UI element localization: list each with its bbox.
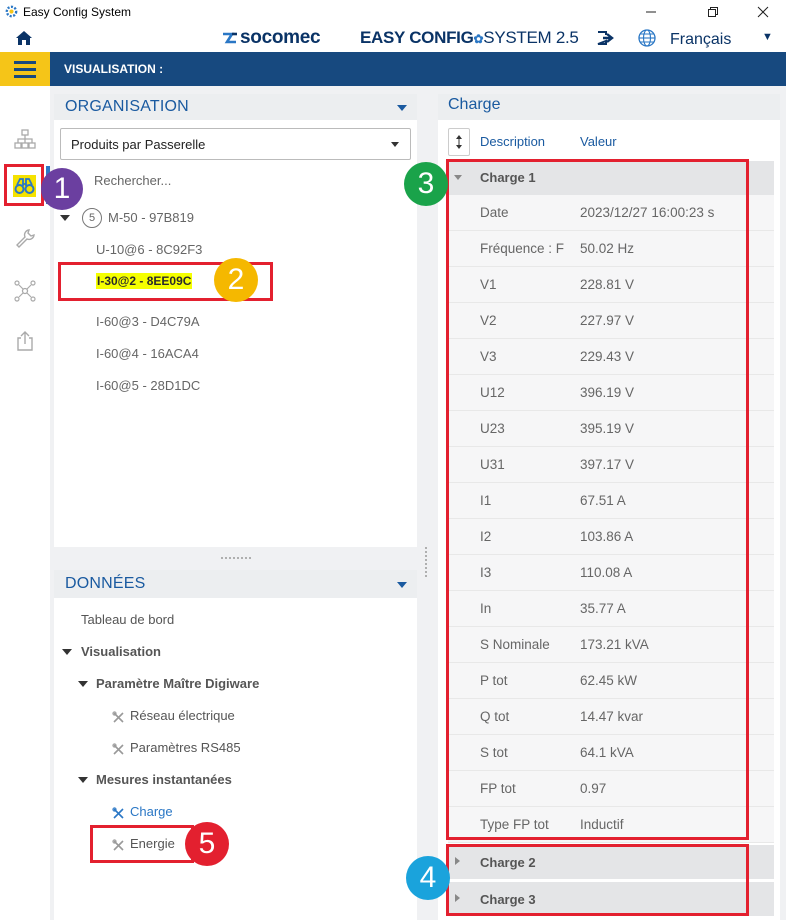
wrench-icon[interactable] bbox=[14, 228, 36, 250]
language-select[interactable]: Français bbox=[670, 31, 731, 49]
product-rest: SYSTEM 2.5 bbox=[483, 28, 579, 47]
tree-expand-icon[interactable] bbox=[62, 649, 72, 655]
organisation-header[interactable]: ORGANISATION bbox=[54, 94, 417, 120]
tree-item-mesures[interactable]: Mesures instantanées bbox=[96, 772, 232, 787]
device-count-badge: 5 bbox=[82, 208, 102, 228]
left-sidebar bbox=[0, 86, 50, 920]
network-icon[interactable] bbox=[14, 280, 36, 302]
tree-item-reseau[interactable]: Réseau électrique bbox=[130, 708, 235, 723]
socomec-mark-icon bbox=[223, 32, 237, 44]
hierarchy-icon[interactable] bbox=[14, 128, 36, 150]
tools-icon bbox=[112, 711, 124, 723]
tree-node-u10[interactable]: U-10@6 - 8C92F3 bbox=[96, 242, 202, 257]
marker-number: 1 bbox=[53, 172, 71, 205]
column-value[interactable]: Valeur bbox=[580, 134, 617, 149]
minimize-icon bbox=[646, 11, 656, 13]
visualisation-nav-item[interactable] bbox=[4, 164, 44, 206]
product-main: EASY CONFIG bbox=[360, 28, 474, 47]
tree-item-rs485[interactable]: Paramètres RS485 bbox=[130, 740, 241, 755]
collapse-caret-icon[interactable] bbox=[397, 105, 407, 111]
charge23-annotation bbox=[446, 844, 749, 916]
sort-icon bbox=[456, 135, 462, 149]
home-icon[interactable] bbox=[14, 28, 34, 48]
search-input[interactable]: Rechercher... bbox=[94, 173, 171, 188]
close-button[interactable] bbox=[740, 0, 786, 24]
organisation-panel: Produits par Passerelle Rechercher... 5 … bbox=[54, 120, 417, 547]
restore-icon bbox=[708, 7, 718, 17]
binoculars-icon bbox=[14, 178, 35, 194]
export-icon[interactable] bbox=[14, 330, 36, 352]
tree-expand-icon[interactable] bbox=[78, 681, 88, 687]
tools-icon bbox=[112, 839, 124, 851]
donnees-title: DONNÉES bbox=[65, 575, 146, 592]
donnees-header[interactable]: DONNÉES bbox=[54, 570, 417, 598]
marker-4: 4 bbox=[406, 856, 450, 900]
tree-expand-icon[interactable] bbox=[78, 777, 88, 783]
restore-button[interactable] bbox=[690, 0, 736, 24]
tree-item-param-master[interactable]: Paramètre Maître Digiware bbox=[96, 676, 259, 691]
marker-number: 3 bbox=[417, 167, 435, 200]
language-caret-icon[interactable]: ▼ bbox=[762, 31, 773, 43]
charge-title: Charge bbox=[448, 96, 501, 113]
tree-item-charge[interactable]: Charge bbox=[130, 804, 173, 819]
tree-node-i60-4[interactable]: I-60@4 - 16ACA4 bbox=[96, 346, 199, 361]
donnees-panel: Tableau de bord Visualisation Paramètre … bbox=[54, 598, 417, 920]
column-description[interactable]: Description bbox=[480, 134, 545, 149]
tree-node-m50[interactable]: M-50 - 97B819 bbox=[108, 210, 194, 225]
organisation-title: ORGANISATION bbox=[65, 98, 189, 115]
grouping-select[interactable]: Produits par Passerelle bbox=[60, 128, 411, 160]
minimize-button[interactable] bbox=[628, 0, 674, 24]
splitter-grip-icon bbox=[220, 556, 252, 560]
close-icon bbox=[757, 6, 769, 18]
brand-name: socomec bbox=[240, 27, 321, 48]
tree-item-visualisation[interactable]: Visualisation bbox=[81, 644, 161, 659]
marker-3: 3 bbox=[404, 162, 448, 206]
marker-5: 5 bbox=[185, 822, 229, 866]
page-title: VISUALISATION : bbox=[64, 62, 164, 76]
sort-button[interactable] bbox=[448, 128, 470, 156]
horizontal-splitter[interactable] bbox=[54, 547, 417, 570]
app-header: socomec EASY CONFIG✿SYSTEM 2.5 Français … bbox=[0, 24, 786, 52]
menu-hamburger-icon[interactable] bbox=[0, 52, 50, 86]
select-caret-icon bbox=[391, 142, 399, 147]
charge1-annotation bbox=[446, 159, 749, 840]
marker-number: 4 bbox=[419, 861, 437, 894]
title-bar: Easy Config System bbox=[0, 0, 786, 24]
logout-icon[interactable] bbox=[597, 30, 615, 46]
product-name: EASY CONFIG✿SYSTEM 2.5 bbox=[360, 28, 579, 48]
splitter-grip-icon bbox=[424, 546, 428, 578]
tree-node-i60-3[interactable]: I-60@3 - D4C79A bbox=[96, 314, 200, 329]
tools-icon bbox=[112, 743, 124, 755]
marker-number: 2 bbox=[227, 263, 245, 296]
collapse-caret-icon[interactable] bbox=[397, 582, 407, 588]
product-gear-icon: ✿ bbox=[473, 32, 484, 46]
tree-expand-icon[interactable] bbox=[60, 215, 70, 221]
window-title: Easy Config System bbox=[23, 5, 132, 19]
globe-icon[interactable] bbox=[637, 28, 657, 48]
marker-number: 5 bbox=[198, 827, 216, 860]
vertical-splitter[interactable] bbox=[418, 94, 434, 920]
tree-node-i60-5[interactable]: I-60@5 - 28D1DC bbox=[96, 378, 200, 393]
charge-header: Charge bbox=[438, 94, 780, 120]
grouping-select-value: Produits par Passerelle bbox=[71, 137, 206, 152]
tree-node-i30-selected[interactable]: I-30@2 - 8EE09C bbox=[96, 273, 193, 289]
nav-bar: VISUALISATION : bbox=[0, 52, 786, 86]
tree-item-energie[interactable]: Energie bbox=[130, 836, 175, 851]
marker-2: 2 bbox=[214, 258, 258, 302]
marker-1: 1 bbox=[41, 168, 83, 210]
app-gear-icon bbox=[5, 5, 18, 18]
tools-icon bbox=[112, 807, 124, 819]
tree-item-dashboard[interactable]: Tableau de bord bbox=[81, 612, 174, 627]
socomec-logo: socomec bbox=[222, 27, 321, 49]
